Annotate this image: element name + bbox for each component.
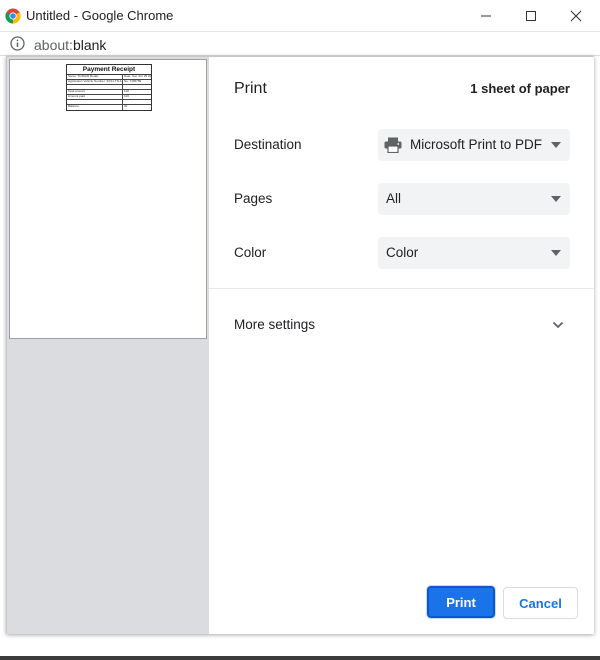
minimize-button[interactable] <box>463 0 509 32</box>
receipt-cell <box>123 85 151 89</box>
url-text[interactable]: about:blank <box>34 37 106 53</box>
print-dialog: Payment Receipt Name: SUDHIR Reddy Date:… <box>6 56 594 634</box>
dropdown-caret-icon <box>551 142 561 148</box>
color-select[interactable]: Color <box>378 237 570 269</box>
print-settings-pane: Print 1 sheet of paper Destination Micro… <box>209 57 594 634</box>
receipt-cell <box>67 85 123 89</box>
receipt-preview: Payment Receipt Name: SUDHIR Reddy Date:… <box>66 64 152 111</box>
print-title: Print <box>234 80 267 97</box>
receipt-title: Payment Receipt <box>67 65 151 75</box>
receipt-cell: Application Vehicle Number: 4US1-TN-1430 <box>68 80 123 84</box>
maximize-icon <box>526 11 536 21</box>
close-icon <box>570 10 582 22</box>
color-value: Color <box>386 245 419 260</box>
chrome-logo-icon <box>5 8 21 24</box>
window-titlebar: Untitled - Google Chrome <box>0 0 600 32</box>
receipt-cell: No: 7495789 <box>124 80 142 83</box>
close-button[interactable] <box>553 0 599 32</box>
preview-page: Payment Receipt Name: SUDHIR Reddy Date:… <box>9 59 207 339</box>
pages-value: All <box>386 191 402 206</box>
destination-label: Destination <box>234 137 302 152</box>
receipt-cell: Amount paid <box>67 95 123 99</box>
destination-select[interactable]: Microsoft Print to PDF <box>378 129 570 161</box>
info-icon[interactable] <box>10 36 25 51</box>
pages-label: Pages <box>234 191 273 206</box>
receipt-row: Balance 00 <box>67 105 151 110</box>
receipt-cell: Balance <box>67 105 123 110</box>
cancel-button[interactable]: Cancel <box>503 587 578 619</box>
receipt-cell: Name: SUDHIR Reddy <box>67 75 123 79</box>
receipt-cell: 00 <box>124 105 128 108</box>
destination-value: Microsoft Print to PDF <box>410 137 543 152</box>
dropdown-caret-icon <box>551 196 561 202</box>
receipt-cell <box>123 100 151 104</box>
sheet-count: 1 sheet of paper <box>470 81 570 96</box>
more-settings-toggle[interactable]: More settings <box>234 317 315 332</box>
print-button[interactable]: Print <box>427 586 495 618</box>
section-divider <box>209 288 594 289</box>
receipt-cell: Date: Sun Jun 25 2023 <box>124 75 151 78</box>
taskbar-edge <box>0 656 600 660</box>
print-preview-pane: Payment Receipt Name: SUDHIR Reddy Date:… <box>7 57 209 634</box>
printer-icon <box>384 137 402 153</box>
minimize-icon <box>481 15 491 17</box>
maximize-button[interactable] <box>508 0 554 32</box>
address-bar[interactable]: about:blank <box>0 32 600 56</box>
dropdown-caret-icon <box>551 250 561 256</box>
pages-select[interactable]: All <box>378 183 570 215</box>
window-title: Untitled - Google Chrome <box>26 8 174 23</box>
receipt-cell <box>67 100 123 104</box>
receipt-cell: 100 <box>124 95 130 98</box>
color-label: Color <box>234 245 267 260</box>
url-host: blank <box>72 37 107 53</box>
receipt-cell: 100 <box>124 90 130 93</box>
chevron-down-icon[interactable] <box>552 319 564 331</box>
receipt-cell: Total amount <box>67 90 123 94</box>
url-scheme: about: <box>34 37 73 53</box>
